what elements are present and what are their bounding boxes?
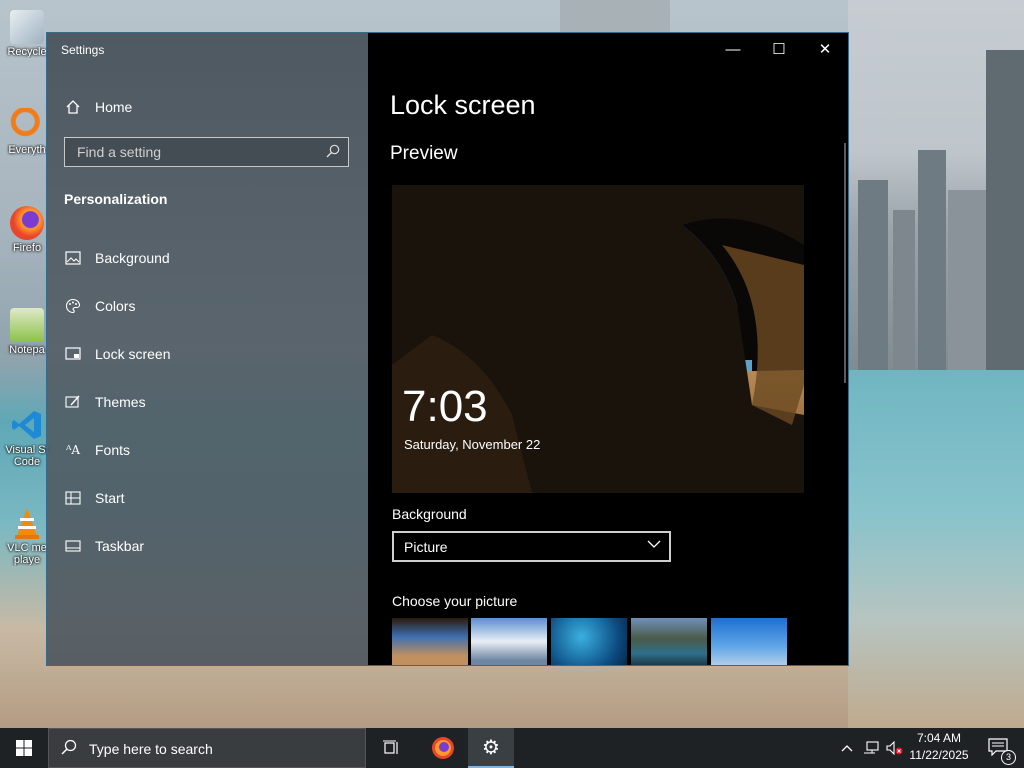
picture-thumbnail-5[interactable] [711, 618, 787, 665]
preview-date: Saturday, November 22 [404, 437, 541, 452]
desktop-icon-notepad[interactable]: Notepa [2, 308, 52, 356]
preview-time: 7:03 [402, 382, 488, 431]
desktop-icon-everything[interactable]: Everyth [2, 108, 52, 156]
window-title: Settings [61, 43, 105, 57]
desktop-icon-label: Recycle [7, 46, 47, 58]
content-scrollbar[interactable] [844, 143, 846, 383]
nav-item-taskbar[interactable]: Taskbar [47, 531, 368, 561]
clock-time: 7:04 AM [916, 731, 962, 745]
volume-muted-icon [886, 741, 903, 755]
taskbar: Type here to search ⚙ 7:04 AM 11/22/2025… [0, 728, 1024, 768]
maximize-button[interactable]: ☐ [756, 39, 802, 61]
picture-thumbnail-3[interactable] [551, 618, 627, 665]
section-title-personalization: Personalization [64, 191, 168, 207]
desktop-icon-label: Notepa [9, 344, 45, 356]
taskbar-search-placeholder: Type here to search [89, 741, 213, 757]
desktop-icon-vlc[interactable]: VLC me playe [2, 506, 52, 566]
picture-thumbnail-4[interactable] [631, 618, 707, 665]
wallpaper-pool [848, 370, 1024, 728]
find-setting-input[interactable] [75, 143, 319, 161]
taskbar-icon [64, 537, 82, 555]
search-icon [61, 739, 77, 760]
show-hidden-icons-button[interactable] [838, 728, 856, 768]
firefox-icon [10, 206, 44, 240]
notepad-plus-plus-icon [10, 308, 44, 342]
clock-date: 11/22/2025 [909, 748, 969, 762]
page-title: Lock screen [390, 90, 536, 120]
desktop-icon-label: Everyth [8, 144, 46, 156]
lock-screen-preview: 7:03 Saturday, November 22 [392, 185, 804, 493]
everything-search-icon [10, 108, 44, 142]
background-dropdown-value: Picture [404, 539, 448, 555]
nav-item-label: Start [95, 490, 125, 506]
desktop-icon-label: Visual St [5, 444, 49, 456]
wallpaper-tower [560, 0, 670, 34]
notification-count-badge: 3 [1001, 749, 1016, 765]
nav-home[interactable]: Home [47, 93, 368, 121]
lock-screen-page: — ☐ ✕ Lock screen Preview 7:03 Saturday,… [368, 33, 848, 665]
network-button[interactable] [860, 728, 882, 768]
task-view-icon [383, 740, 398, 754]
preview-heading: Preview [390, 143, 458, 164]
picture-icon [64, 249, 82, 267]
nav-item-start[interactable]: Start [47, 483, 368, 513]
search-icon [326, 144, 340, 161]
network-icon [864, 741, 879, 754]
desktop-icon-label-line2: playe [13, 554, 41, 566]
vscode-icon [10, 408, 44, 442]
choose-picture-label: Choose your picture [392, 593, 518, 609]
wallpaper-city [848, 0, 1024, 380]
nav-item-label: Background [95, 250, 170, 266]
desktop-icon-label: VLC me [7, 542, 47, 554]
vlc-icon [10, 506, 44, 540]
nav-home-label: Home [95, 99, 133, 115]
nav-item-label: Fonts [95, 442, 131, 458]
palette-icon [64, 297, 82, 315]
taskbar-clock[interactable]: 7:04 AM 11/22/2025 [906, 730, 972, 764]
picture-thumbnail-1[interactable] [392, 618, 468, 665]
taskbar-settings-button[interactable]: ⚙ [468, 728, 514, 768]
nav-item-lock-screen[interactable]: Lock screen [47, 339, 368, 369]
nav-item-label: Taskbar [95, 538, 145, 554]
volume-button[interactable] [884, 728, 906, 768]
desktop-icon-label-line2: Code [13, 456, 41, 468]
nav-item-label: Themes [95, 394, 146, 410]
find-setting-search[interactable] [64, 137, 349, 167]
fonts-icon: ᴬA [65, 443, 81, 457]
start-icon [64, 489, 82, 507]
task-view-button[interactable] [368, 728, 414, 768]
start-button[interactable] [0, 728, 48, 768]
nav-item-colors[interactable]: Colors [47, 291, 368, 321]
nav-item-background[interactable]: Background [47, 243, 368, 273]
lock-screen-icon [64, 345, 82, 363]
desktop-icon-firefox[interactable]: Firefo [2, 206, 52, 254]
desktop-icon-label: Firefo [12, 242, 42, 254]
taskbar-search-box[interactable]: Type here to search [48, 728, 366, 768]
recycle-bin-icon [10, 10, 44, 44]
home-icon [64, 98, 82, 116]
desktop-icon-vscode[interactable]: Visual St Code [2, 408, 52, 468]
background-label: Background [392, 506, 467, 522]
minimize-button[interactable]: — [710, 39, 756, 61]
picture-thumbnail-2[interactable] [471, 618, 547, 665]
settings-nav-pane: Settings Home Personalization Background [47, 33, 368, 665]
notification-icon: 3 [988, 737, 1016, 765]
close-button[interactable]: ✕ [802, 39, 848, 61]
desktop-icon-recycle-bin[interactable]: Recycle [2, 10, 52, 58]
nav-item-label: Lock screen [95, 346, 171, 362]
chevron-up-icon [841, 745, 853, 752]
firefox-icon [432, 737, 454, 759]
themes-icon [64, 393, 82, 411]
taskbar-firefox-button[interactable] [420, 728, 466, 768]
nav-item-fonts[interactable]: ᴬA Fonts [47, 435, 368, 465]
settings-window: Settings Home Personalization Background [47, 33, 848, 665]
chevron-down-icon [647, 537, 661, 554]
gear-icon: ⚙ [482, 736, 500, 759]
nav-item-themes[interactable]: Themes [47, 387, 368, 417]
background-dropdown[interactable]: Picture [392, 531, 671, 562]
nav-item-label: Colors [95, 298, 136, 314]
action-center-button[interactable]: 3 [978, 728, 1018, 768]
windows-logo-icon [16, 740, 32, 756]
